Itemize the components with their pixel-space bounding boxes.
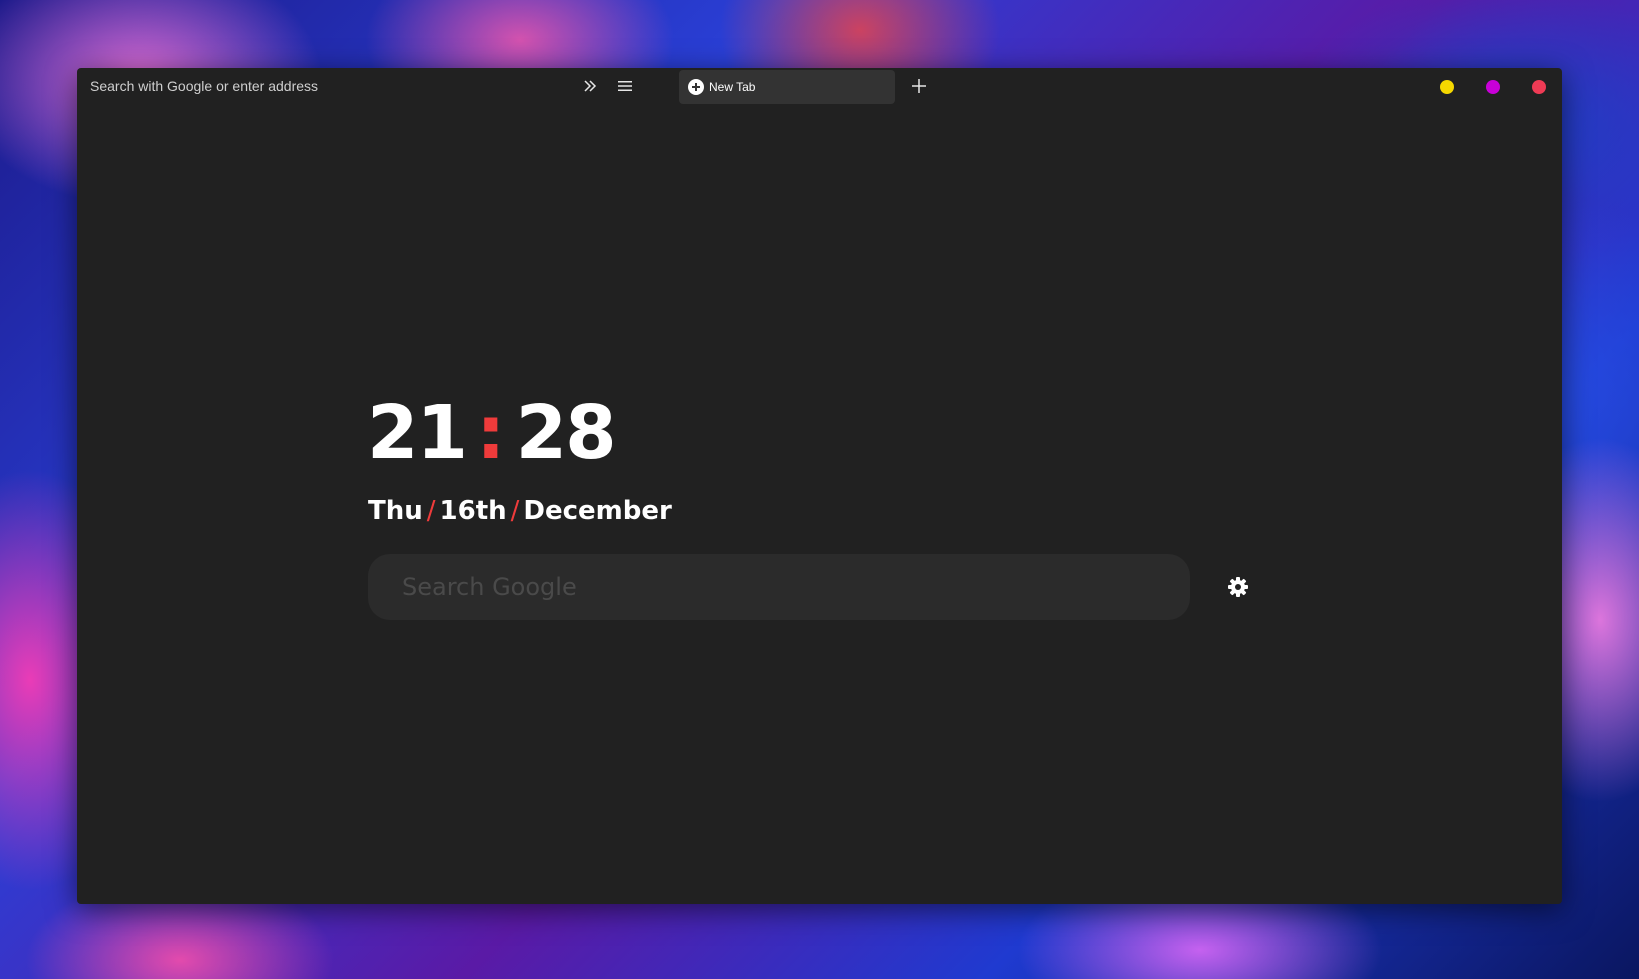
clock-minutes: 28 [515, 390, 617, 476]
new-tab-button[interactable] [907, 74, 931, 98]
maximize-button[interactable] [1486, 80, 1500, 94]
double-chevron-right-icon [582, 78, 598, 94]
address-bar[interactable] [90, 77, 560, 95]
plus-circle-icon [687, 78, 705, 96]
minimize-button[interactable] [1440, 80, 1454, 94]
close-button[interactable] [1532, 80, 1546, 94]
hamburger-menu-icon [618, 80, 632, 92]
date-date: 16th [439, 496, 507, 526]
clock-hours: 21 [367, 390, 468, 476]
browser-toolbar: New Tab [77, 68, 1562, 104]
tab-new-tab[interactable]: New Tab [679, 70, 895, 104]
clock-separator: : [475, 390, 506, 476]
settings-button[interactable] [1226, 575, 1250, 599]
clock: 21 : 28 [367, 390, 617, 476]
date-day: Thu [368, 496, 423, 526]
gear-icon [1226, 577, 1250, 603]
date-separator: / [510, 496, 520, 526]
plus-icon [912, 79, 926, 93]
date-display: Thu / 16th / December [368, 498, 672, 524]
search-input[interactable] [402, 554, 1162, 620]
sidebar-toggle-button[interactable] [578, 74, 602, 98]
search-box [368, 554, 1190, 620]
browser-window: New Tab 21 : 28 Thu / 16th / December [77, 68, 1562, 904]
menu-button[interactable] [613, 74, 637, 98]
date-separator: / [426, 496, 436, 526]
tab-title: New Tab [709, 80, 756, 94]
date-month: December [523, 496, 672, 526]
